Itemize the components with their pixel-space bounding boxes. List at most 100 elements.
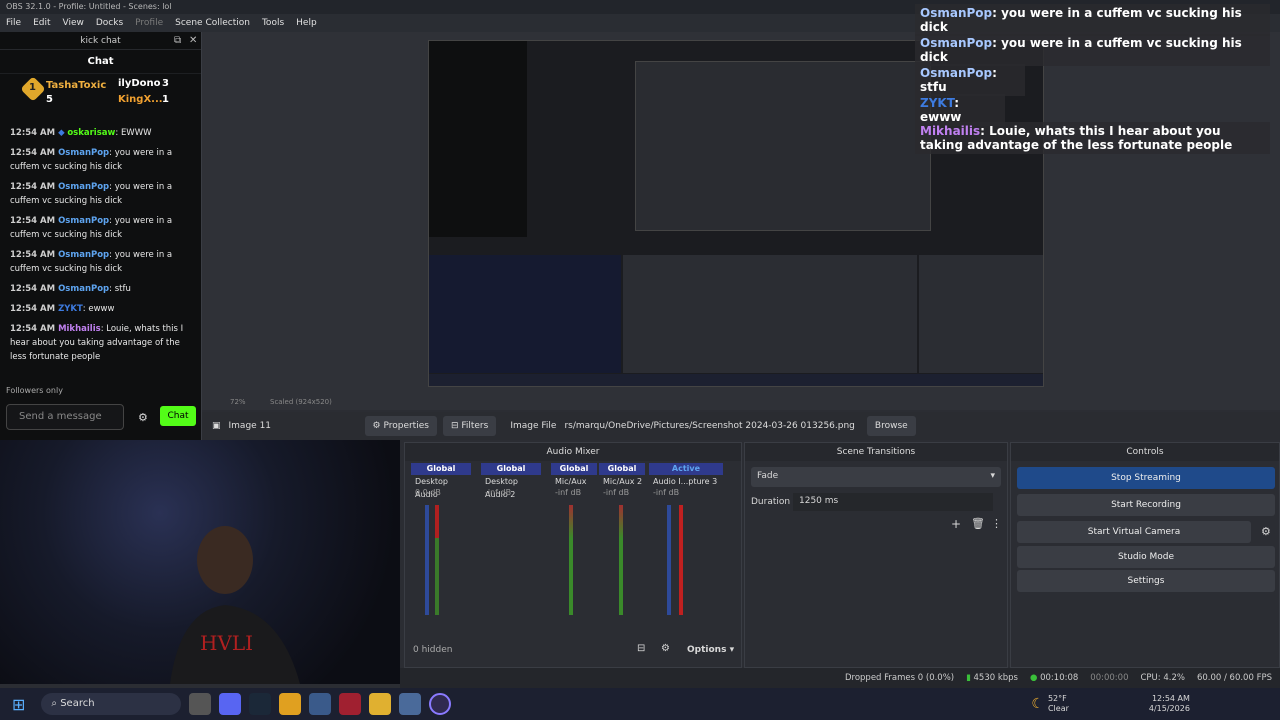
svg-text:HVLI: HVLI — [200, 631, 253, 655]
mixer-channel[interactable]: Global Desktop Audio 0.0 dB — [411, 463, 471, 499]
mixer-settings-icon[interactable]: ⚙ — [661, 643, 670, 654]
mixer-channel[interactable]: Active Audio I...pture 3 -inf dB — [649, 463, 723, 499]
app-icon[interactable] — [399, 693, 422, 715]
nested-mixer — [623, 255, 917, 373]
menu-scene-collection[interactable]: Scene Collection — [175, 18, 250, 28]
volume-meter — [667, 505, 671, 615]
transitions-title: Scene Transitions — [745, 443, 1007, 461]
overlay-message: OsmanPop: you were in a cuffem vc suckin… — [915, 4, 1270, 36]
leader-name: KingX... — [118, 94, 163, 105]
mixer-channel[interactable]: Global Mic/Aux -inf dB — [551, 463, 597, 499]
overlay-message: OsmanPop: stfu — [915, 64, 1025, 96]
taskbar-search[interactable]: ⌕ Search — [41, 693, 182, 715]
dropped-frames: Dropped Frames 0 (0.0%) — [844, 673, 955, 683]
options-button[interactable]: Options ▾ — [687, 645, 734, 655]
menu-help[interactable]: Help — [296, 18, 317, 28]
browse-button[interactable]: Browse — [866, 416, 916, 436]
image-icon: ▣ — [212, 421, 221, 431]
source-toolbar: ▣ Image 11 ⚙ Properties ⊟ Filters Image … — [202, 412, 1280, 440]
filters-button[interactable]: ⊟ Filters — [442, 416, 497, 436]
hidden-count: 0 hidden — [413, 645, 453, 655]
nested-obs — [635, 61, 931, 231]
volume-meter — [619, 505, 623, 615]
clock[interactable]: 12:54 AM 4/15/2026 — [1149, 694, 1190, 714]
zoom-bar: 72% Scaled (924x520) — [202, 396, 1280, 408]
close-icon[interactable]: ✕ — [189, 35, 197, 46]
duration-input[interactable]: 1250 ms — [793, 493, 993, 511]
cpu-usage: CPU: 4.2% — [1140, 673, 1185, 683]
volume-meter — [425, 505, 429, 615]
start-virtual-camera-button[interactable]: Start Virtual Camera — [1017, 521, 1251, 543]
overlay-message: Mikhailis: Louie, whats this I hear abou… — [915, 122, 1270, 154]
leader-count: 5 — [46, 94, 53, 105]
stop-streaming-button[interactable]: Stop Streaming — [1017, 467, 1275, 489]
record-time: 00:00:00 — [1090, 673, 1129, 683]
folder-icon[interactable] — [369, 693, 392, 715]
windows-start-icon[interactable]: ⊞ — [12, 695, 25, 714]
bitrate: ▮ 4530 kbps — [966, 673, 1018, 683]
chat-title: Chat — [0, 50, 201, 74]
moon-icon: ☾ — [1031, 696, 1044, 712]
leaderboard: 1 TashaToxic 5 ilyDono 3 KingX... 1 — [0, 74, 201, 122]
chat-send-button[interactable]: Chat — [160, 406, 196, 426]
gear-icon[interactable]: ⚙ — [1261, 525, 1271, 538]
chat-message: 12:54 AM OsmanPop: stfu — [10, 284, 131, 294]
app-icon[interactable] — [339, 693, 362, 715]
float-icon[interactable]: ⧉ — [174, 35, 181, 46]
taskbar: ⊞ ⌕ Search ☾ 52°F Clear 12:54 AM 4/15/2026 — [0, 688, 1280, 720]
trash-icon[interactable]: 🗑 — [971, 517, 985, 530]
scale-label: Scaled (924x520) — [270, 398, 332, 406]
source-name: Image 11 — [228, 421, 272, 431]
followers-only-label: Followers only — [6, 386, 63, 395]
chat-message: 12:54 AM Mikhailis: Louie, whats this I h… — [10, 324, 184, 362]
send-message-input[interactable]: Send a message — [6, 404, 124, 430]
leader-count: 3 — [162, 78, 169, 89]
settings-button[interactable]: Settings — [1017, 570, 1275, 592]
menu-edit[interactable]: Edit — [33, 18, 50, 28]
properties-button[interactable]: ⚙ Properties — [364, 416, 437, 436]
nested-controls — [919, 255, 1043, 373]
mixer-channel[interactable]: Global Mic/Aux 2 -inf dB — [599, 463, 645, 499]
mixer-layout-icon[interactable]: ⊟ — [637, 643, 645, 654]
menu-tools[interactable]: Tools — [262, 18, 284, 28]
task-view-icon[interactable] — [189, 693, 212, 715]
fps: 60.00 / 60.00 FPS — [1196, 673, 1272, 683]
chat-message: 12:54 AM OsmanPop: you were in a cuffem v… — [10, 216, 173, 240]
menu-profile[interactable]: Profile — [135, 18, 163, 28]
weather-widget[interactable]: ☾ 52°F Clear — [1031, 694, 1068, 714]
image-file-path: rs/marqu/OneDrive/Pictures/Screenshot 20… — [564, 421, 855, 431]
steam-icon[interactable] — [249, 693, 272, 715]
leader-count: 1 — [162, 94, 169, 105]
transition-select[interactable]: Fade ▾ — [751, 467, 1001, 487]
status-bar: Dropped Frames 0 (0.0%) ▮ 4530 kbps ● 00… — [400, 668, 1280, 688]
controls-title: Controls — [1011, 443, 1279, 461]
nested-webcam — [429, 255, 621, 373]
audio-mixer: Audio Mixer Global Desktop Audio 0.0 dB … — [404, 442, 742, 668]
menu-file[interactable]: File — [6, 18, 21, 28]
add-icon[interactable]: + — [951, 517, 961, 531]
settings-app-icon[interactable] — [309, 693, 332, 715]
more-icon[interactable]: ⋮ — [991, 517, 1002, 530]
gear-icon[interactable]: ⚙ — [138, 411, 148, 424]
volume-meter — [569, 505, 573, 615]
discord-icon[interactable] — [219, 693, 242, 715]
chat-message: 12:54 AM ◆ oskarisaw: EWWW — [10, 128, 152, 138]
image-file-label: Image File — [510, 421, 557, 431]
menu-docks[interactable]: Docks — [96, 18, 123, 28]
start-recording-button[interactable]: Start Recording — [1017, 494, 1275, 516]
chat-message: 12:54 AM OsmanPop: you were in a cuffem v… — [10, 148, 173, 172]
studio-mode-button[interactable]: Studio Mode — [1017, 546, 1275, 568]
mixer-title: Audio Mixer — [405, 443, 741, 461]
scene-transitions: Scene Transitions Fade ▾ Duration 1250 ms… — [744, 442, 1008, 668]
mixer-channel[interactable]: Global Desktop Audio 2 -inf dB — [481, 463, 541, 499]
obs-icon[interactable] — [429, 693, 452, 715]
stream-time: ● 00:10:08 — [1029, 673, 1079, 683]
zoom-level[interactable]: 72% — [230, 398, 246, 406]
nested-chat — [429, 41, 527, 237]
chrome-icon[interactable] — [279, 693, 302, 715]
dock-header: kick chat ⧉ ✕ — [0, 32, 201, 50]
duration-label: Duration — [751, 497, 791, 507]
volume-meter — [679, 505, 683, 615]
webcam-person: HVLI — [170, 526, 300, 684]
menu-view[interactable]: View — [63, 18, 84, 28]
